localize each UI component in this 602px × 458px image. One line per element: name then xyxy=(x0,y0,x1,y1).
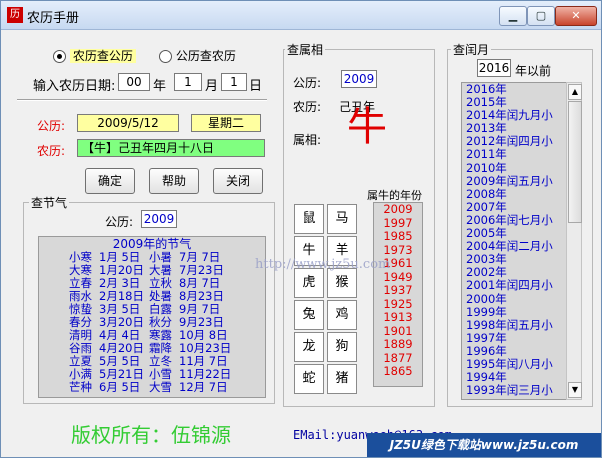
input-date-label: 输入农历日期: xyxy=(33,79,116,94)
jieqi-rows: 小寒 1月 5日 小暑 7月 7日 大寒 1月20日 大暑 7月23日 立春 2月 3日 立秋 8月 … xyxy=(39,251,265,394)
year-item[interactable]: 1889 xyxy=(374,337,422,352)
close-button[interactable]: 关闭 xyxy=(213,168,263,194)
year-item[interactable]: 1925 xyxy=(374,297,422,312)
runyue-year-suffix: 年以前 xyxy=(515,64,552,78)
animal-button[interactable]: 马 xyxy=(327,204,357,234)
year-item[interactable]: 1973 xyxy=(374,243,422,258)
lunar-year-input[interactable]: 00 xyxy=(118,73,150,91)
jieqi-row: 芒种 6月 5日 大雪 12月 7日 xyxy=(39,381,265,394)
runyue-group-title: 查闰月 xyxy=(451,41,492,58)
radio-lunar-to-gregorian[interactable]: 农历查公历 xyxy=(53,47,136,64)
window-title: 农历手册 xyxy=(27,11,80,26)
runyue-item[interactable]: 1997年 xyxy=(462,331,566,345)
shuxiang-group-title: 查属相 xyxy=(285,41,326,58)
shuxiang-animal-label: 属相: xyxy=(293,133,322,147)
gregorian-result-label: 公历: xyxy=(37,119,66,133)
app-icon: 历 xyxy=(7,7,23,23)
ok-button[interactable]: 确定 xyxy=(85,168,135,194)
jieqi-year-label: 公历: xyxy=(105,215,134,229)
lunar-month-input[interactable]: 1 xyxy=(174,73,202,91)
watermark-text: http://www.jz5u.com xyxy=(255,257,391,272)
runyue-item[interactable]: 2009年闰五月小 xyxy=(462,174,566,188)
runyue-item[interactable]: 2001年闰四月小 xyxy=(462,279,566,292)
brand-banner: JZ5U绿色下载站www.jz5u.com xyxy=(367,433,601,457)
runyue-item[interactable]: 1998年闰五月小 xyxy=(462,318,566,332)
runyue-rows: 2016年 2015年 2014年闰九月小 2013年 2012年闰四月小 2011年 20… xyxy=(462,83,566,397)
help-button[interactable]: 帮助 xyxy=(149,168,199,194)
animal-button[interactable]: 猴 xyxy=(327,268,357,298)
radio-label: 农历查公历 xyxy=(69,49,136,63)
shuxiang-lunar-label: 农历: xyxy=(293,100,322,114)
scroll-thumb[interactable] xyxy=(568,101,582,223)
animal-button[interactable]: 鼠 xyxy=(294,204,324,234)
runyue-item[interactable]: 1999年 xyxy=(462,305,566,319)
runyue-item[interactable]: 1993年闰三月小 xyxy=(462,384,566,397)
day-unit: 日 xyxy=(249,79,263,94)
year-item[interactable]: 1877 xyxy=(374,351,422,366)
runyue-item[interactable]: 2010年 xyxy=(462,161,566,175)
runyue-item[interactable]: 2011年 xyxy=(462,148,566,161)
copyright-text: 版权所有：伍锦源 xyxy=(71,423,231,447)
divider xyxy=(17,99,267,101)
scroll-down-arrow-icon[interactable]: ▼ xyxy=(568,382,582,398)
lunar-result-value: 【牛】己丑年四月十八日 xyxy=(77,139,265,157)
radio-gregorian-to-lunar[interactable]: 公历查农历 xyxy=(159,47,236,64)
animal-button[interactable]: 猪 xyxy=(327,364,357,394)
maximize-button[interactable]: ▢ xyxy=(527,6,555,26)
radio-dot[interactable] xyxy=(159,50,172,63)
shuxiang-years-title: 属牛的年份 xyxy=(367,189,422,202)
jieqi-group-title: 查节气 xyxy=(29,194,70,211)
animal-button[interactable]: 龙 xyxy=(294,332,324,362)
year-item[interactable]: 1937 xyxy=(374,283,422,298)
runyue-item[interactable]: 2008年 xyxy=(462,187,566,201)
minimize-button[interactable]: ▁ xyxy=(499,6,527,26)
runyue-list[interactable]: 2016年 2015年 2014年闰九月小 2013年 2012年闰四月小 2011年 20… xyxy=(461,82,567,400)
runyue-item[interactable]: 2007年 xyxy=(462,200,566,214)
year-item[interactable]: 1913 xyxy=(374,310,422,325)
jieqi-year-input[interactable]: 2009 xyxy=(141,210,177,228)
year-item[interactable]: 1949 xyxy=(374,270,422,285)
runyue-year-input[interactable]: 2016 xyxy=(477,59,511,77)
close-window-button[interactable]: ✕ xyxy=(555,6,597,26)
title-bar[interactable]: 历 农历手册 ▁ ▢ ✕ xyxy=(1,1,601,30)
shuxiang-years-list[interactable]: 2009 1997 1985 1973 1961 1949 1937 1925 1913 1901… xyxy=(373,202,423,387)
animal-button[interactable]: 蛇 xyxy=(294,364,324,394)
jieqi-cell: 6月 5日 xyxy=(99,380,141,394)
years-rows: 2009 1997 1985 1973 1961 1949 1937 1925 1913 1901… xyxy=(374,203,422,379)
animal-button[interactable]: 狗 xyxy=(327,332,357,362)
year-item[interactable]: 1985 xyxy=(374,229,422,244)
app-window: 历 农历手册 ▁ ▢ ✕ 农历查公历 公历查农历 输入农历日期: 00 年 1 … xyxy=(0,0,602,458)
shuxiang-animal-big: 牛 xyxy=(347,104,387,150)
jieqi-cell: 12月 7日 xyxy=(179,380,228,394)
jieqi-list-title: 2009年的节气 xyxy=(112,237,192,251)
animal-button[interactable]: 虎 xyxy=(294,268,324,298)
runyue-item[interactable]: 1996年 xyxy=(462,344,566,358)
year-item[interactable]: 2009 xyxy=(374,203,422,217)
radio-dot[interactable] xyxy=(53,50,66,63)
lunar-result-label: 农历: xyxy=(37,144,66,158)
radio-label: 公历查农历 xyxy=(175,49,236,63)
runyue-scrollbar[interactable]: ▲ ▼ xyxy=(566,82,582,400)
scroll-up-arrow-icon[interactable]: ▲ xyxy=(568,84,582,100)
gregorian-result-value: 2009/5/12 xyxy=(77,114,179,132)
jieqi-cell: 芒种 xyxy=(69,380,92,394)
shuxiang-gregorian-label: 公历: xyxy=(293,76,322,90)
jieqi-cell: 大雪 xyxy=(149,380,172,394)
weekday-value: 星期二 xyxy=(191,114,261,132)
jieqi-list[interactable]: 2009年的节气 小寒 1月 5日 小暑 7月 7日 大寒 1月20日 大暑 7月23日 立春 2… xyxy=(38,236,266,398)
year-item[interactable]: 1997 xyxy=(374,216,422,231)
animal-button[interactable]: 兔 xyxy=(294,300,324,330)
runyue-item[interactable]: 2000年 xyxy=(462,292,566,306)
shuxiang-year-input[interactable]: 2009 xyxy=(341,70,377,88)
year-item[interactable]: 1865 xyxy=(374,364,422,379)
year-unit: 年 xyxy=(153,79,167,94)
lunar-day-input[interactable]: 1 xyxy=(221,73,247,91)
animal-button[interactable]: 鸡 xyxy=(327,300,357,330)
month-unit: 月 xyxy=(205,79,219,94)
year-item[interactable]: 1901 xyxy=(374,324,422,339)
